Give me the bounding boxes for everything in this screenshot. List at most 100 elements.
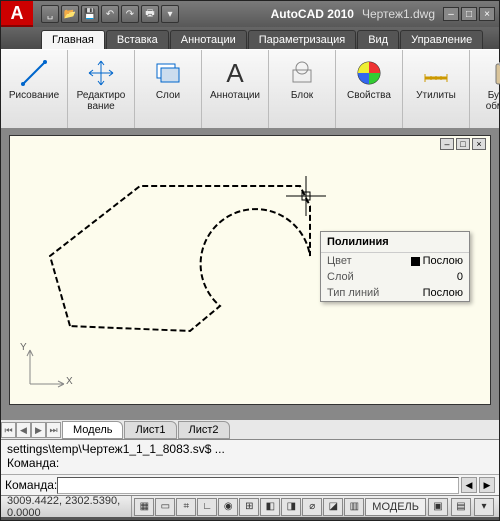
app-logo[interactable]: A <box>1 1 33 27</box>
panel-layers: Слои <box>135 50 202 128</box>
panel-label: Аннотации <box>206 90 264 101</box>
block-button[interactable]: Блок <box>273 52 331 101</box>
layout-tab-model[interactable]: Модель <box>62 421 123 439</box>
toggle-sc[interactable]: ▥ <box>344 498 364 516</box>
layers-button[interactable]: Слои <box>139 52 197 101</box>
space-toggle[interactable]: МОДЕЛЬ <box>365 498 426 516</box>
toggle-dyn[interactable]: ◨ <box>281 498 301 516</box>
svg-text:A: A <box>226 58 244 88</box>
toggle-qp[interactable]: ◪ <box>323 498 343 516</box>
qat-undo[interactable]: ↶ <box>101 5 119 23</box>
nav-last[interactable]: ⏭ <box>46 422 61 438</box>
properties-icon <box>340 56 398 90</box>
panel-label: Утилиты <box>407 90 465 101</box>
qat-redo[interactable]: ↷ <box>121 5 139 23</box>
hover-tooltip: Полилиния Цвет Послою Слой0 Тип линийПос… <box>320 231 470 302</box>
tab-annotate[interactable]: Аннотации <box>170 30 247 49</box>
panel-label: Свойства <box>340 90 398 101</box>
layers-icon <box>139 56 197 90</box>
line-icon <box>5 56 63 90</box>
cmd-scroll-left[interactable]: ◀ <box>461 477 477 493</box>
layout-nav: ⏮ ◀ ▶ ⏭ <box>1 422 61 438</box>
coordinates[interactable]: 3009.4422, 2302.5390, 0.0000 <box>1 496 132 517</box>
toggle-ortho[interactable]: ⌗ <box>176 498 196 516</box>
panel-modify: Редактиро вание <box>68 50 135 128</box>
drawing-window[interactable]: – □ × Y X Полилиния <box>9 135 491 405</box>
nav-first[interactable]: ⏮ <box>1 422 16 438</box>
mdi-area: – □ × Y X Полилиния <box>1 129 499 419</box>
minimize-button[interactable]: – <box>443 7 459 21</box>
tab-view[interactable]: Вид <box>357 30 399 49</box>
maximize-button[interactable]: □ <box>461 7 477 21</box>
status-bar: 3009.4422, 2302.5390, 0.0000 ▦ ▭ ⌗ ∟ ◉ ⊞… <box>1 495 499 517</box>
panel-label: Слои <box>139 90 197 101</box>
app-name: AutoCAD 2010 <box>271 7 354 21</box>
modify-button[interactable]: Редактиро вание <box>72 52 130 112</box>
panel-label: Блок <box>273 90 331 101</box>
clipboard-button[interactable]: Буфер обмена <box>474 52 500 112</box>
command-prompt: Команда: <box>5 478 57 492</box>
ucs-icon: Y X <box>20 344 70 394</box>
properties-button[interactable]: Свойства <box>340 52 398 101</box>
tooltip-row: Слой0 <box>321 269 469 285</box>
panel-label: Рисование <box>5 90 63 101</box>
quick-access-toolbar: ␣ 📂 💾 ↶ ↷ 🖶 ▾ <box>41 5 179 23</box>
tooltip-row: Цвет Послою <box>321 253 469 269</box>
tooltip-title: Полилиния <box>321 232 469 253</box>
toggle-lwt[interactable]: ⌀ <box>302 498 322 516</box>
close-button[interactable]: × <box>479 7 495 21</box>
toggle-osnap[interactable]: ◉ <box>218 498 238 516</box>
toggle-otrack[interactable]: ⊞ <box>239 498 259 516</box>
toggle-polar[interactable]: ∟ <box>197 498 217 516</box>
toggle-grid[interactable]: ▦ <box>134 498 154 516</box>
tab-home[interactable]: Главная <box>41 30 105 49</box>
crosshair-cursor <box>286 176 326 216</box>
panel-clipboard: Буфер обмена <box>470 50 500 128</box>
toggle-ducs[interactable]: ◧ <box>260 498 280 516</box>
command-history[interactable]: settings\temp\Чертеж1_1_1_8083.sv$ ... К… <box>1 440 499 475</box>
clipboard-icon <box>474 56 500 90</box>
app-window: A ␣ 📂 💾 ↶ ↷ 🖶 ▾ AutoCAD 2010 Чертеж1.dwg… <box>0 0 500 521</box>
command-input[interactable] <box>57 477 459 494</box>
toggle-snap[interactable]: ▭ <box>155 498 175 516</box>
panel-properties: Свойства <box>336 50 403 128</box>
tab-parametric[interactable]: Параметризация <box>248 30 356 49</box>
ribbon: Рисование Редактиро вание Слои A Аннотац… <box>1 49 499 129</box>
nav-prev[interactable]: ◀ <box>16 422 31 438</box>
layout-tab-2[interactable]: Лист2 <box>178 421 230 439</box>
ribbon-tabs: Главная Вставка Аннотации Параметризация… <box>1 27 499 49</box>
block-icon <box>273 56 331 90</box>
qat-new[interactable]: ␣ <box>41 5 59 23</box>
measure-icon <box>407 56 465 90</box>
panel-draw: Рисование <box>1 50 68 128</box>
panel-label: Редактиро вание <box>72 90 130 112</box>
status-extra-2[interactable]: ▤ <box>451 498 471 516</box>
move-icon <box>72 56 130 90</box>
text-icon: A <box>206 56 264 90</box>
document-name: Чертеж1.dwg <box>362 7 435 21</box>
tab-manage[interactable]: Управление <box>400 30 483 49</box>
tab-insert[interactable]: Вставка <box>106 30 169 49</box>
command-window: settings\temp\Чертеж1_1_1_8083.sv$ ... К… <box>1 439 499 495</box>
tooltip-row: Тип линийПослою <box>321 285 469 301</box>
panel-block: Блок <box>269 50 336 128</box>
color-swatch <box>411 257 420 266</box>
annotation-button[interactable]: A Аннотации <box>206 52 264 101</box>
draw-button[interactable]: Рисование <box>5 52 63 101</box>
panel-annotation: A Аннотации <box>202 50 269 128</box>
qat-save[interactable]: 💾 <box>81 5 99 23</box>
panel-label: Буфер обмена <box>474 90 500 112</box>
titlebar[interactable]: A ␣ 📂 💾 ↶ ↷ 🖶 ▾ AutoCAD 2010 Чертеж1.dwg… <box>1 1 499 27</box>
layout-tab-1[interactable]: Лист1 <box>124 421 176 439</box>
qat-print[interactable]: 🖶 <box>141 5 159 23</box>
utilities-button[interactable]: Утилиты <box>407 52 465 101</box>
qat-open[interactable]: 📂 <box>61 5 79 23</box>
cmd-scroll-right[interactable]: ▶ <box>479 477 495 493</box>
status-toggles: ▦ ▭ ⌗ ∟ ◉ ⊞ ◧ ◨ ⌀ ◪ ▥ <box>134 498 365 516</box>
status-extra-1[interactable]: ▣ <box>428 498 448 516</box>
window-buttons: – □ × <box>443 7 495 21</box>
status-menu[interactable]: ▾ <box>474 498 494 516</box>
nav-next[interactable]: ▶ <box>31 422 46 438</box>
qat-more[interactable]: ▾ <box>161 5 179 23</box>
layout-tabs: ⏮ ◀ ▶ ⏭ Модель Лист1 Лист2 <box>1 419 499 439</box>
